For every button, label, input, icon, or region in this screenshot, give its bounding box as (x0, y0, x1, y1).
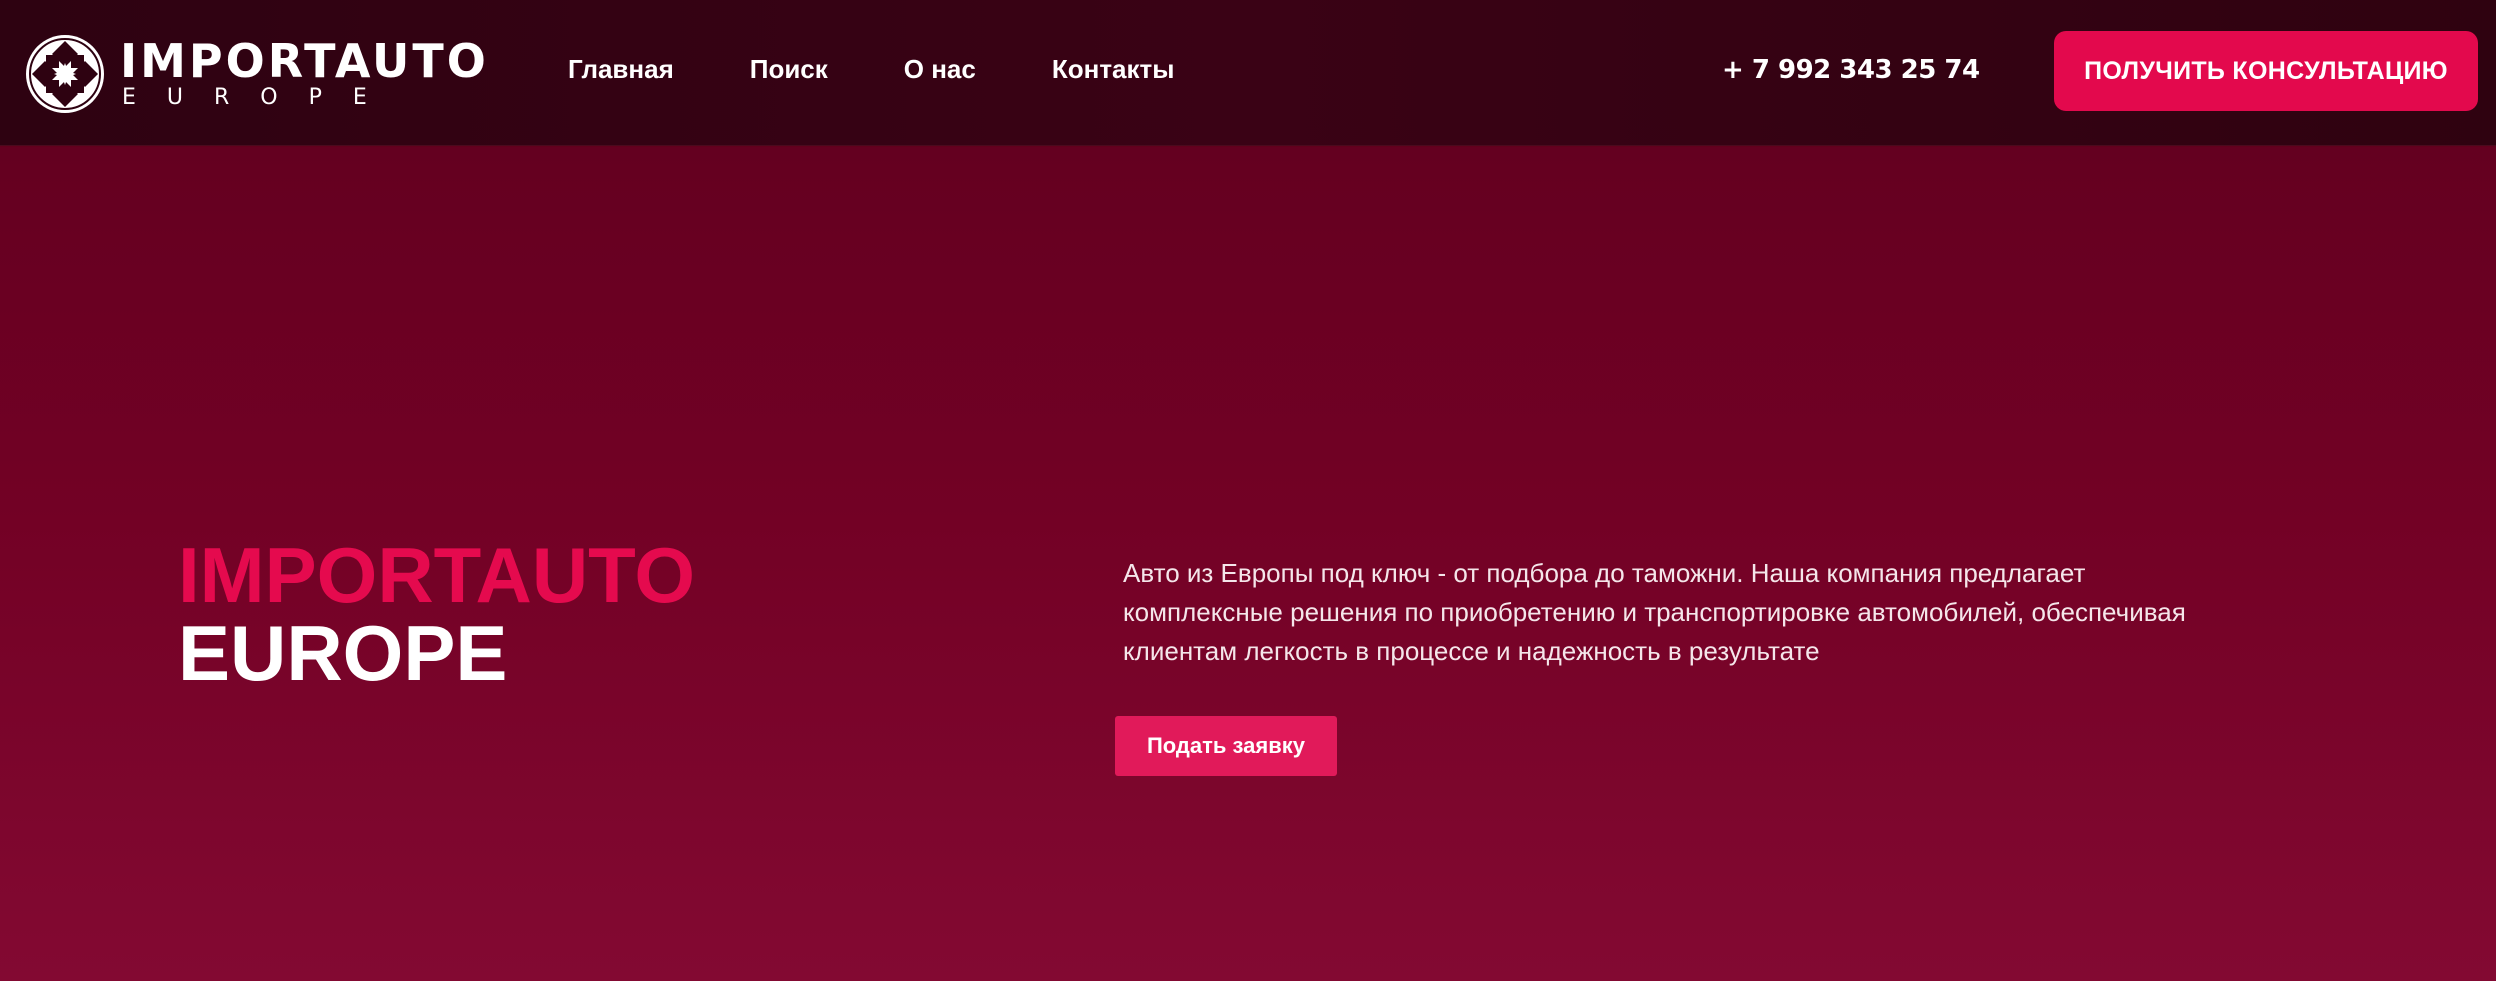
site-header: IMPORTAUTO EUROPE Главная Поиск О нас Ко… (0, 0, 2496, 146)
hero-title-line2: EUROPE (178, 609, 508, 697)
hero-title: IMPORTAUTO EUROPE (178, 531, 696, 697)
get-consultation-button[interactable]: ПОЛУЧИТЬ КОНСУЛЬТАЦИЮ (2054, 31, 2478, 111)
diamond-cross-logo-icon (26, 35, 104, 113)
hero-section: IMPORTAUTO EUROPE Авто из Европы под клю… (0, 147, 2496, 981)
submit-application-button[interactable]: Подать заявку (1115, 716, 1337, 776)
hero-description: Авто из Европы под ключ - от подбора до … (1123, 558, 2186, 666)
phone-link[interactable]: + 7 992 343 25 74 (1722, 52, 1980, 88)
nav-item-contacts[interactable]: Контакты (1052, 52, 1175, 86)
hero-title-line1: IMPORTAUTO (178, 531, 696, 619)
nav-item-search[interactable]: Поиск (750, 52, 828, 86)
logo[interactable]: IMPORTAUTO EUROPE (24, 32, 489, 116)
nav-item-about[interactable]: О нас (904, 52, 976, 86)
nav-item-home[interactable]: Главная (568, 52, 674, 86)
logo-wordmark: IMPORTAUTO (120, 34, 489, 88)
logo-subtitle: EUROPE (122, 85, 398, 110)
main-nav: Главная Поиск О нас Контакты (568, 52, 1250, 86)
